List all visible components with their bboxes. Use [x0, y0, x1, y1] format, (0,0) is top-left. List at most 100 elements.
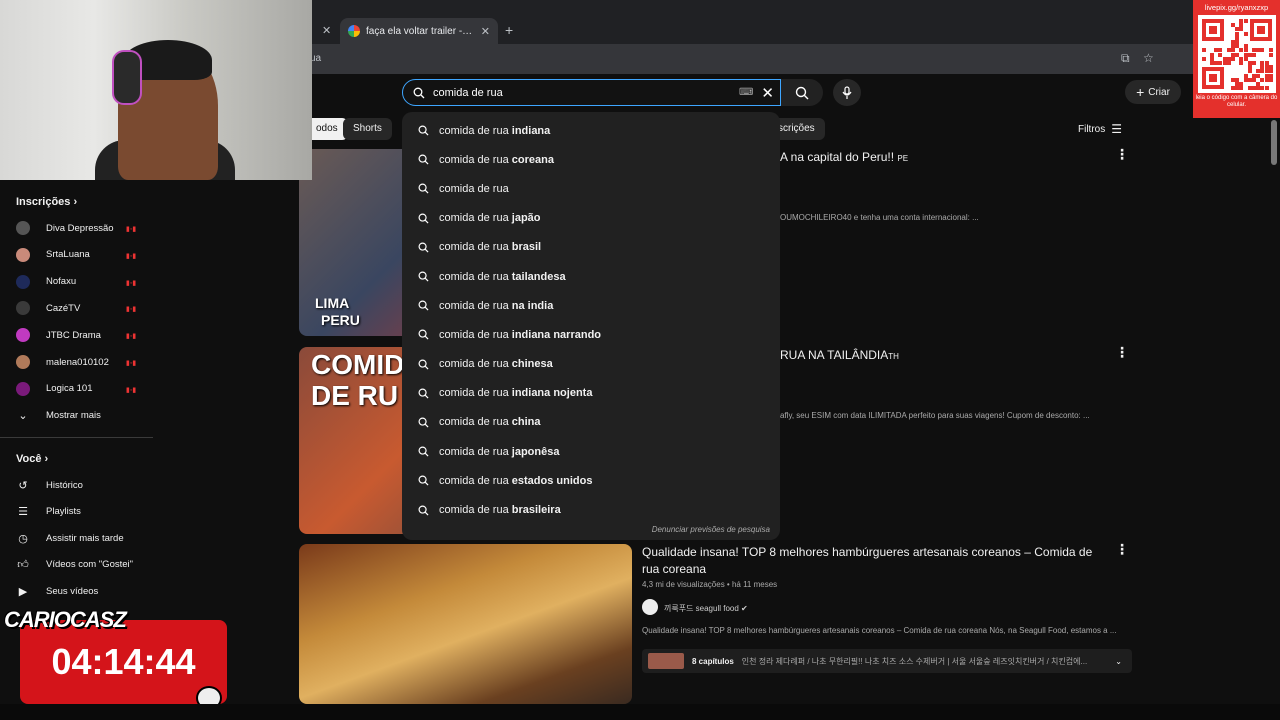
qr-finder: [1249, 19, 1272, 41]
video-meta: 4,3 mi de visualizações • há 11 meses: [642, 580, 778, 589]
suggestion-item[interactable]: comida de rua coreana: [402, 145, 780, 174]
subscription-item[interactable]: SrtaLuana ▮◦▮: [16, 245, 146, 265]
video-title[interactable]: RUA NA TAILÂNDIATH: [780, 347, 899, 365]
url-text[interactable]: ua: [300, 48, 1140, 70]
create-button[interactable]: + Criar: [1125, 80, 1181, 104]
suggestion-item[interactable]: comida de rua indiana: [402, 116, 780, 145]
subscription-item[interactable]: JTBC Drama ▮◦▮: [16, 325, 146, 345]
report-predictions-link[interactable]: Denunciar previsões de pesquisa: [652, 525, 770, 534]
video-title[interactable]: A na capital do Peru!! PE: [780, 149, 908, 167]
more-options-icon[interactable]: ⋮: [1115, 146, 1129, 163]
search-icon: [418, 505, 429, 516]
verified-icon: ✔: [741, 604, 748, 613]
close-icon[interactable]: ✕: [481, 25, 490, 38]
sidebar-item-playlist[interactable]: ☰ Playlists: [16, 502, 146, 522]
channel-name[interactable]: 끼룩푸드 seagull food ✔: [664, 603, 748, 614]
qr-module: [1251, 61, 1256, 65]
search-input[interactable]: comida de rua: [433, 87, 731, 99]
close-tab-icon[interactable]: ✕: [322, 24, 331, 37]
search-icon: [418, 300, 429, 311]
history-icon: ↺: [18, 479, 28, 492]
suggestion-item[interactable]: comida de rua japão: [402, 204, 780, 233]
more-options-icon[interactable]: ⋮: [1115, 541, 1129, 558]
show-more-button[interactable]: ⌄ Mostrar mais: [16, 405, 146, 425]
suggestion-item[interactable]: comida de rua brasileira: [402, 495, 780, 524]
search-box[interactable]: comida de rua ⌨ ✕: [402, 79, 781, 106]
qr-module: [1264, 86, 1269, 91]
suggestion-text: comida de rua indiana narrando: [439, 328, 602, 341]
donation-qr-overlay: livepix.gg/ryanxzxp leia o código com a …: [1193, 0, 1280, 118]
video-icon: ▶: [18, 585, 28, 598]
live-indicator-icon: ▮◦▮: [126, 306, 137, 314]
video-title[interactable]: Qualidade insana! TOP 8 melhores hambúrg…: [642, 544, 1102, 578]
search-icon: [418, 242, 429, 253]
chip-shorts[interactable]: Shorts: [343, 118, 392, 140]
clock-icon: ◷: [18, 532, 28, 545]
sidebar-item-video[interactable]: ▶ Seus vídeos: [16, 581, 146, 601]
suggestion-item[interactable]: comida de rua indiana narrando: [402, 320, 780, 349]
playlist-icon: ☰: [18, 506, 28, 519]
chip-all[interactable]: odos: [306, 118, 348, 140]
filters-button[interactable]: Filtros ☰: [1078, 122, 1122, 136]
chapters-row[interactable]: 8 capítulos 인천 정라 제다례퍼 / 나초 무한리필!! 나초 치즈…: [642, 649, 1132, 673]
new-tab-icon[interactable]: +: [505, 22, 513, 38]
search-icon: [413, 87, 425, 98]
search-icon: [418, 359, 429, 370]
suggestion-text: comida de rua indiana nojenta: [439, 387, 593, 400]
suggestion-item[interactable]: comida de rua tailandesa: [402, 262, 780, 291]
qr-finder: [1201, 67, 1224, 89]
search-icon: [418, 125, 429, 136]
filter-icon: ☰: [1111, 122, 1122, 136]
suggestion-item[interactable]: comida de rua: [402, 174, 780, 203]
you-header[interactable]: Você ›: [16, 453, 48, 465]
qr-module: [1201, 48, 1206, 53]
chevron-right-icon: ›: [44, 453, 49, 465]
search-button[interactable]: [781, 79, 823, 106]
thumbnail-text: LIMA PERU: [315, 295, 360, 328]
keyboard-icon[interactable]: ⌨: [739, 87, 753, 98]
subscription-item[interactable]: Diva Depressão ▮◦▮: [16, 218, 146, 238]
search-icon: [418, 388, 429, 399]
voice-search-button[interactable]: [833, 79, 861, 106]
suggestion-item[interactable]: comida de rua brasil: [402, 233, 780, 262]
suggestion-item[interactable]: comida de rua na india: [402, 291, 780, 320]
subscriptions-header[interactable]: Inscrições ›: [16, 196, 77, 208]
chevron-down-icon[interactable]: ⌄: [1115, 657, 1122, 666]
suggestion-text: comida de rua: [439, 182, 509, 195]
qr-code: [1197, 15, 1276, 93]
plus-icon: +: [1136, 84, 1145, 100]
star-icon[interactable]: ☆: [1143, 51, 1154, 65]
suggestion-item[interactable]: comida de rua china: [402, 408, 780, 437]
qr-module: [1243, 31, 1248, 36]
suggestion-item[interactable]: comida de rua indiana nojenta: [402, 379, 780, 408]
live-indicator-icon: ▮◦▮: [126, 386, 137, 394]
suggestion-item[interactable]: comida de rua estados unidos: [402, 466, 780, 495]
tab-title: faça ela voltar trailer - Pesquisa: [366, 25, 475, 37]
more-options-icon[interactable]: ⋮: [1115, 344, 1129, 361]
subscription-item[interactable]: Logica 101 ▮◦▮: [16, 379, 146, 399]
suggestion-item[interactable]: comida de rua chinesa: [402, 350, 780, 379]
search-icon: [418, 213, 429, 224]
sidebar-item-history[interactable]: ↺ Histórico: [16, 475, 146, 495]
search-icon: [418, 446, 429, 457]
subscription-item[interactable]: malena010102 ▮◦▮: [16, 352, 146, 372]
suggestion-text: comida de rua japão: [439, 212, 541, 225]
subscription-item[interactable]: Nofaxu ▮◦▮: [16, 272, 146, 292]
sidebar-item-clock[interactable]: ◷ Assistir mais tarde: [16, 528, 146, 548]
install-icon[interactable]: ⧉: [1121, 51, 1130, 66]
channel-avatar[interactable]: [642, 599, 658, 615]
video-thumbnail[interactable]: [299, 544, 632, 704]
qr-module: [1268, 52, 1273, 57]
subscription-item[interactable]: CazéTV ▮◦▮: [16, 298, 146, 318]
scrollbar[interactable]: [1271, 120, 1277, 165]
browser-tab[interactable]: faça ela voltar trailer - Pesquisa ✕: [340, 18, 498, 44]
suggestion-text: comida de rua chinesa: [439, 358, 553, 371]
headset-icon: [112, 50, 142, 105]
qr-module: [1243, 19, 1248, 23]
live-indicator-icon: ▮◦▮: [126, 252, 137, 260]
suggestion-item[interactable]: comida de rua japonêsa: [402, 437, 780, 466]
sidebar-item-thumbs-up[interactable]: 👍︎ Vídeos com "Gostei": [16, 555, 146, 575]
thumbnail-text: COMID DE RU: [311, 349, 405, 411]
clear-search-icon[interactable]: ✕: [761, 84, 774, 102]
search-suggestions: comida de rua indiana comida de rua corea…: [402, 112, 780, 540]
